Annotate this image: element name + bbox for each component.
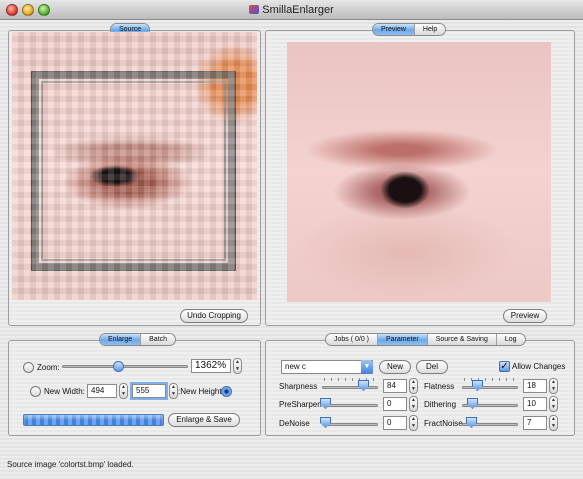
crop-rectangle[interactable] [31,71,236,271]
title-bar: SmillaEnlarger [0,0,583,20]
preset-select[interactable]: new c ▼ [281,360,373,374]
zoom-label: Zoom: [37,363,60,372]
sharpness-label: Sharpness [279,382,318,391]
enlarge-save-button[interactable]: Enlarge & Save [168,413,240,427]
sharpness-field[interactable]: 84 [383,379,407,393]
flatness-field[interactable]: 18 [523,379,547,393]
progress-bar [23,414,164,426]
flatness-slider-track[interactable] [462,386,518,389]
denoise-stepper[interactable]: ▲ ▼ [409,415,418,431]
preview-button[interactable]: Preview [503,309,547,323]
preview-image [287,42,551,302]
tab-parameter[interactable]: Parameter [378,334,428,345]
new-width-field[interactable]: 494 [87,384,117,398]
delete-preset-button[interactable]: Del [416,360,448,374]
preset-value: new c [285,362,306,371]
fractnoise-label: FractNoise [424,419,463,428]
new-height-stepper[interactable]: ▲ ▼ [169,383,178,399]
allow-changes-label: Allow Changes [512,362,566,371]
window-title: SmillaEnlarger [0,4,583,16]
sharpness-stepper[interactable]: ▲ ▼ [409,378,418,394]
dithering-label: Dithering [424,400,457,409]
source-image[interactable] [12,32,257,300]
presharpen-label: PreSharpen [279,400,322,409]
fractnoise-stepper[interactable]: ▲ ▼ [549,415,558,431]
presharpen-stepper[interactable]: ▲ ▼ [409,396,418,412]
fractnoise-field[interactable]: 7 [523,416,547,430]
denoise-label: DeNoise [279,419,310,428]
new-height-label: :New Height [178,387,222,396]
app-window: SmillaEnlarger Source Undo Cropping Prev… [0,0,583,479]
preview-tab-bar: Preview Help [372,23,447,36]
new-width-radio[interactable] [30,386,41,397]
dithering-field[interactable]: 10 [523,397,547,411]
tab-source-saving[interactable]: Source & Saving [428,334,497,345]
zoom-slider-track[interactable] [62,365,188,368]
allow-changes-checkbox[interactable]: ✓ [499,361,510,372]
tab-help[interactable]: Help [415,24,445,35]
zoom-slider-thumb[interactable] [113,361,124,372]
tab-preview[interactable]: Preview [373,24,415,35]
parameter-tab-bar: Jobs ( 0/0 ) Parameter Source & Saving L… [325,333,526,346]
undo-cropping-button[interactable]: Undo Cropping [180,309,248,323]
new-preset-button[interactable]: New [379,360,411,374]
new-width-stepper[interactable]: ▲ ▼ [119,383,128,399]
flatness-stepper[interactable]: ▲ ▼ [549,378,558,394]
zoom-radio[interactable] [23,362,34,373]
dithering-stepper[interactable]: ▲ ▼ [549,396,558,412]
zoom-field[interactable]: 1362% [191,359,231,373]
app-icon [249,5,260,14]
new-height-radio[interactable] [221,386,232,397]
status-bar: Source image 'colortst.bmp' loaded. [7,460,134,469]
sharpness-slider-track[interactable] [322,386,378,389]
denoise-field[interactable]: 0 [383,416,407,430]
tab-batch[interactable]: Batch [141,334,175,345]
tab-enlarge[interactable]: Enlarge [100,334,142,345]
new-width-label: New Width: [44,387,85,396]
tab-jobs[interactable]: Jobs ( 0/0 ) [326,334,379,345]
flatness-ticks [464,378,516,381]
enlarge-tab-bar: Enlarge Batch [99,333,177,346]
chevron-down-icon[interactable]: ▼ [361,360,373,374]
tab-log[interactable]: Log [497,334,525,345]
flatness-label: Flatness [424,382,455,391]
zoom-stepper[interactable]: ▲ ▼ [233,358,242,374]
checkmark-icon: ✓ [500,361,509,372]
presharpen-field[interactable]: 0 [383,397,407,411]
new-height-field[interactable]: 555 [132,384,166,398]
